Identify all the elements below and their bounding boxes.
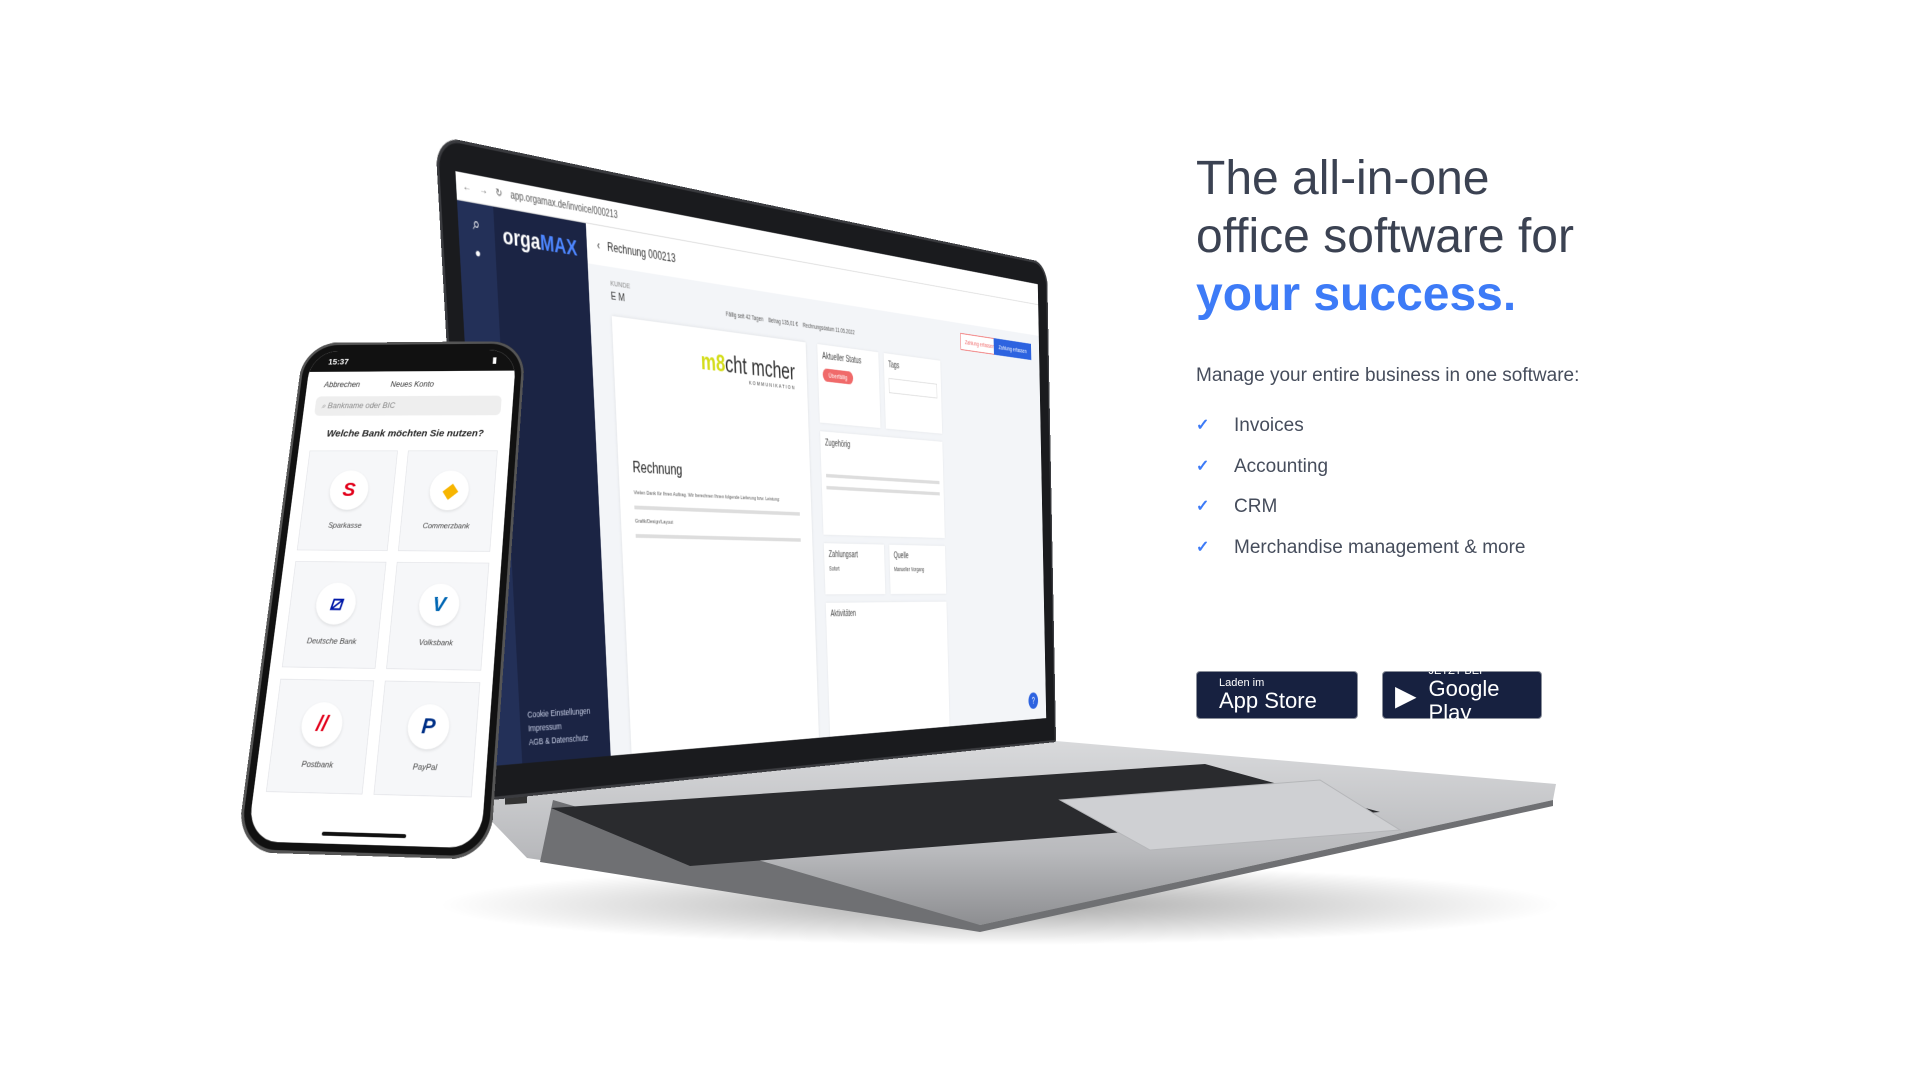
payment-panel: Zahlungsart Sofort xyxy=(823,543,886,595)
bank-card[interactable]: P PayPal xyxy=(373,680,481,798)
bank-card[interactable]: ◆ Commerzbank xyxy=(397,450,498,552)
source-panel: Quelle Manueller Vorgang xyxy=(889,544,947,595)
home-indicator xyxy=(321,831,407,839)
document-text: Vielen Dank für Ihren Auftrag. Wir berec… xyxy=(633,490,781,503)
bell-icon[interactable]: ● xyxy=(459,243,496,263)
bank-name: Sparkasse xyxy=(327,521,363,530)
feature-item: ✓ Invoices xyxy=(1196,406,1716,447)
meta-amount: Betrag 135,01 € xyxy=(768,317,799,329)
related-panel: Zugehörig xyxy=(820,431,945,539)
customer-name: E M xyxy=(610,290,626,305)
activities-title: Aktivitäten xyxy=(830,609,857,619)
app-store-button[interactable]: Laden im App Store xyxy=(1196,671,1358,719)
bank-logo-icon: P xyxy=(405,703,452,750)
bank-grid: S Sparkasse ◆ Commerzbank ⧄ Deutsche Bank V Vol… xyxy=(254,450,510,798)
battery-icon: ▮ xyxy=(492,355,498,365)
bank-name: Commerzbank xyxy=(422,522,470,531)
feature-item: ✓ Accounting xyxy=(1196,447,1716,488)
status-title: Aktueller Status xyxy=(822,351,862,367)
invoice-document: m8cht mcher KOMMUNIKATION Rechnung Vielen… xyxy=(611,315,819,754)
bank-logo-icon: ⧄ xyxy=(313,582,358,625)
feature-item: ✓ CRM xyxy=(1196,487,1716,528)
bank-card[interactable]: ⧄ Deutsche Bank xyxy=(281,561,387,669)
cancel-button[interactable]: Abbrechen xyxy=(324,380,361,389)
payment-title: Zahlungsart xyxy=(828,550,859,560)
meta-due: Fällig seit 42 Tagen xyxy=(725,311,764,324)
related-title: Zugehörig xyxy=(824,438,851,450)
meta-date: Rechnungsdatum 11.05.2022 xyxy=(802,322,855,337)
intro-text: Manage your entire business in one softw… xyxy=(1196,365,1580,386)
source-title: Quelle xyxy=(893,551,909,561)
bank-logo-icon: // xyxy=(298,701,345,748)
check-icon: ✓ xyxy=(1196,457,1210,475)
bank-card[interactable]: // Postbank xyxy=(265,678,375,795)
primary-action-button[interactable]: Zahlung erfassen xyxy=(993,338,1032,361)
feature-item: ✓ Merchandise management & more xyxy=(1196,528,1716,569)
back-arrow-icon[interactable]: ‹ xyxy=(597,238,601,252)
line-item: Grafik/Design/Layout xyxy=(634,518,674,526)
bank-card[interactable]: V Volksbank xyxy=(386,561,490,671)
source-value: Manueller Vorgang xyxy=(894,566,925,573)
status-panel: Aktueller Status Überfällig xyxy=(817,343,881,429)
play-icon: ▶ xyxy=(1395,679,1417,711)
help-button[interactable]: ? xyxy=(1028,692,1039,710)
status-badge: Überfällig xyxy=(822,368,854,385)
check-icon: ✓ xyxy=(1196,538,1210,556)
customer-logo: m8cht mcher KOMMUNIKATION xyxy=(700,346,796,392)
bank-name: Deutsche Bank xyxy=(306,636,357,647)
check-icon: ✓ xyxy=(1196,498,1210,515)
tags-select[interactable] xyxy=(888,377,938,399)
bank-name: Volksbank xyxy=(418,638,454,648)
bank-name: Postbank xyxy=(301,760,334,770)
search-icon[interactable]: ⌕ xyxy=(458,213,495,238)
activities-panel: Aktivitäten xyxy=(825,601,950,738)
page-title: Rechnung 000213 xyxy=(606,239,676,266)
forward-icon[interactable]: → xyxy=(479,184,488,197)
google-play-button[interactable]: ▶ JETZT BEI Google Play xyxy=(1382,665,1542,725)
check-icon: ✓ xyxy=(1196,417,1210,434)
reload-icon[interactable]: ↻ xyxy=(495,187,502,200)
bank-logo-icon: V xyxy=(417,583,461,627)
document-title: Rechnung xyxy=(632,459,683,479)
customer-label: KUNDE xyxy=(610,278,631,291)
tags-title: Tags xyxy=(888,360,900,371)
back-icon[interactable]: ← xyxy=(463,180,472,193)
payment-value: Sofort xyxy=(829,566,840,573)
bank-question: Welche Bank möchten Sie nutzen? xyxy=(326,427,485,440)
status-time: 15:37 xyxy=(327,356,350,367)
main-content: ‹ Rechnung 000213 KUNDE E M Fällig seit 4… xyxy=(585,223,1046,755)
screen-title: Neues Konto xyxy=(390,379,435,389)
bank-name: PayPal xyxy=(412,762,438,773)
bank-search-input[interactable]: ⌕ Bankname oder BIC xyxy=(314,395,502,416)
orgamax-logo: orgaMAX xyxy=(501,222,578,261)
laptop-screen: ← → ↻ app.orgamax.de/invoice/000213 ⌕ ● … xyxy=(455,171,1047,767)
headline: The all-in-one office software for your … xyxy=(1196,152,1574,321)
hero: The all-in-one office software for your … xyxy=(1196,150,1716,568)
tags-panel: Tags xyxy=(883,353,943,434)
feature-list: ✓ Invoices ✓ Accounting ✓ CRM ✓ Merchandise … xyxy=(1196,406,1716,568)
bank-logo-icon: S xyxy=(327,470,371,510)
bank-card[interactable]: S Sparkasse xyxy=(296,450,398,551)
bank-logo-icon: ◆ xyxy=(427,470,471,511)
headline-accent: your success. xyxy=(1196,268,1517,321)
